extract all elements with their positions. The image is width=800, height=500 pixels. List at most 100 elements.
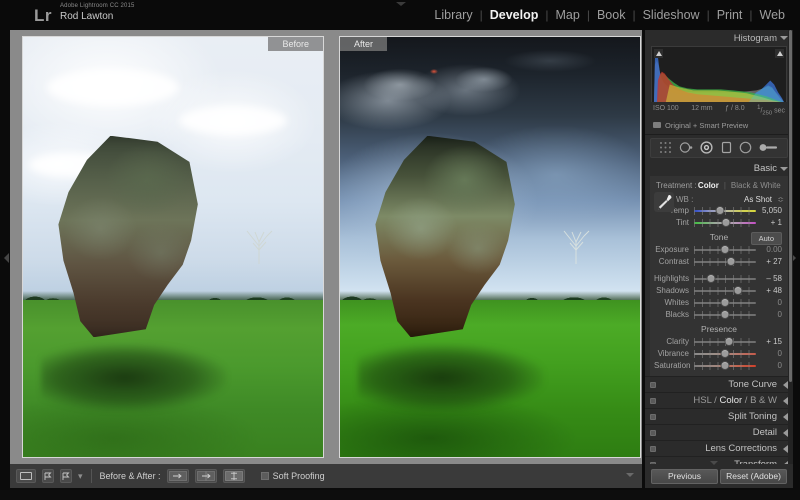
panel-detail[interactable]: Detail: [645, 424, 793, 440]
slider-knob[interactable]: [721, 361, 730, 370]
histogram-header[interactable]: Histogram: [645, 30, 793, 46]
slider-value[interactable]: 0: [756, 298, 782, 307]
before-after-top-bottom-button[interactable]: [223, 469, 245, 483]
red-eye-correction-tool-icon[interactable]: [700, 141, 713, 154]
slider-track[interactable]: [694, 274, 756, 284]
slider-track[interactable]: [694, 361, 756, 371]
slider-track[interactable]: [694, 257, 756, 267]
treatment-color-option[interactable]: Color: [698, 181, 719, 190]
slider-track[interactable]: [694, 349, 756, 359]
module-slideshow[interactable]: Slideshow: [636, 8, 707, 22]
scrollbar-thumb[interactable]: [789, 30, 792, 382]
slider-clarity[interactable]: Clarity + 15: [650, 336, 788, 348]
slider-value[interactable]: + 27: [756, 257, 782, 266]
module-develop[interactable]: Develop: [483, 8, 546, 22]
chevron-down-icon[interactable]: [780, 36, 788, 40]
wb-dropdown-icon[interactable]: ≎: [777, 195, 784, 204]
toolbar-collapse-icon[interactable]: [626, 473, 634, 477]
right-panel-scrollbar[interactable]: [788, 30, 793, 464]
before-photo[interactable]: Before: [22, 36, 324, 458]
slider-knob[interactable]: [721, 349, 730, 358]
chevron-down-icon[interactable]: [780, 167, 788, 171]
top-panel-collapse-icon[interactable]: [396, 2, 406, 6]
slider-track[interactable]: [694, 218, 756, 228]
slider-knob[interactable]: [722, 218, 731, 227]
slider-highlights[interactable]: Highlights – 58: [650, 273, 788, 285]
toolbar-options-chevron-icon[interactable]: ▾: [78, 471, 83, 482]
module-book[interactable]: Book: [590, 8, 633, 22]
crop-overlay-tool-icon[interactable]: [659, 141, 672, 154]
highlight-clipping-indicator[interactable]: [775, 49, 784, 58]
slider-track[interactable]: [694, 286, 756, 296]
before-after-left-right-split-button[interactable]: [195, 469, 217, 483]
slider-track[interactable]: [694, 337, 756, 347]
panel-hsl-color-bw[interactable]: HSL / Color / B & W: [645, 392, 793, 408]
slider-value[interactable]: 0: [756, 310, 782, 319]
slider-knob[interactable]: [706, 274, 715, 283]
loupe-view-button[interactable]: [16, 469, 36, 483]
slider-track[interactable]: [694, 298, 756, 308]
basic-panel-header[interactable]: Basic: [645, 161, 793, 176]
panel-enable-switch[interactable]: [650, 414, 656, 420]
slider-vibrance[interactable]: Vibrance 0: [650, 348, 788, 360]
module-map[interactable]: Map: [549, 8, 587, 22]
slider-value[interactable]: 0: [756, 361, 782, 370]
slider-knob[interactable]: [725, 337, 734, 346]
graduated-filter-tool-icon[interactable]: [721, 141, 732, 154]
after-pane[interactable]: After: [339, 36, 641, 458]
white-balance-selector-eyedropper[interactable]: [654, 192, 674, 212]
panel-enable-switch[interactable]: [650, 446, 656, 452]
slider-value[interactable]: 0: [756, 349, 782, 358]
treatment-bw-option[interactable]: Black & White: [731, 181, 781, 190]
slider-value[interactable]: + 48: [756, 286, 782, 295]
slider-whites[interactable]: Whites 0: [650, 297, 788, 309]
module-web[interactable]: Web: [753, 8, 792, 22]
slider-knob[interactable]: [721, 245, 730, 254]
panel-enable-switch[interactable]: [650, 382, 656, 388]
flag-reject-button[interactable]: [60, 469, 72, 483]
previous-button[interactable]: Previous: [651, 469, 718, 484]
panel-enable-switch[interactable]: [650, 430, 656, 436]
slider-knob[interactable]: [721, 298, 730, 307]
histogram-chart[interactable]: [651, 46, 787, 102]
slider-track[interactable]: [694, 245, 756, 255]
panel-split-toning[interactable]: Split Toning: [645, 408, 793, 424]
reset-button[interactable]: Reset (Adobe): [720, 469, 787, 484]
slider-tint[interactable]: Tint + 1: [650, 217, 788, 229]
auto-tone-button[interactable]: Auto: [751, 232, 782, 245]
slider-track[interactable]: [694, 310, 756, 320]
before-after-left-right-button[interactable]: [167, 469, 189, 483]
slider-knob[interactable]: [716, 206, 725, 215]
panel-lens-corrections[interactable]: Lens Corrections: [645, 440, 793, 456]
wb-value[interactable]: As Shot: [744, 195, 772, 204]
slider-value[interactable]: + 15: [756, 337, 782, 346]
slider-knob[interactable]: [721, 310, 730, 319]
slider-shadows[interactable]: Shadows + 48: [650, 285, 788, 297]
after-photo[interactable]: After: [339, 36, 641, 458]
panel-enable-switch[interactable]: [650, 398, 656, 404]
slider-track[interactable]: [694, 206, 756, 216]
spot-removal-tool-icon[interactable]: [679, 141, 693, 154]
shadow-clipping-indicator[interactable]: [654, 49, 663, 58]
soft-proofing-control[interactable]: Soft Proofing: [261, 471, 325, 481]
module-library[interactable]: Library: [427, 8, 479, 22]
slider-value[interactable]: + 1: [756, 218, 782, 227]
flag-pick-button[interactable]: [42, 469, 54, 483]
slider-saturation[interactable]: Saturation 0: [650, 360, 788, 372]
slider-exposure[interactable]: Exposure 0.00: [650, 244, 788, 256]
slider-blacks[interactable]: Blacks 0: [650, 309, 788, 321]
radial-filter-tool-icon[interactable]: [739, 141, 752, 154]
slider-value[interactable]: 0.00: [756, 245, 782, 254]
soft-proofing-checkbox[interactable]: [261, 472, 269, 480]
right-panel-bottom-chevron-icon[interactable]: [710, 461, 718, 465]
slider-value[interactable]: 5,050: [756, 206, 782, 215]
slider-knob[interactable]: [727, 257, 736, 266]
module-print[interactable]: Print: [710, 8, 750, 22]
slider-contrast[interactable]: Contrast + 27: [650, 256, 788, 268]
panel-tone-curve[interactable]: Tone Curve: [645, 376, 793, 392]
before-pane[interactable]: Before: [22, 36, 324, 458]
adjustment-brush-tool-icon[interactable]: [759, 141, 779, 154]
slider-value[interactable]: – 58: [756, 274, 782, 283]
slider-knob[interactable]: [734, 286, 743, 295]
left-panel-collapse-icon[interactable]: [4, 253, 9, 263]
